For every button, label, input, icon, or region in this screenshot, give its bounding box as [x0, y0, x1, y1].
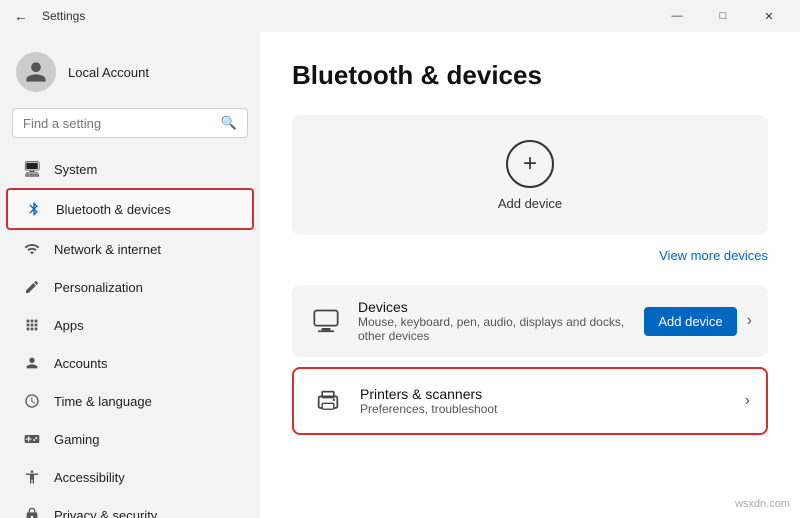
add-device-circle-icon: +: [506, 140, 554, 188]
sidebar-item-label-accounts: Accounts: [54, 356, 107, 371]
add-device-label: Add device: [498, 196, 562, 211]
devices-chevron-icon: ›: [747, 312, 752, 330]
search-icon: 🔍: [221, 115, 237, 131]
devices-icon: [308, 303, 344, 339]
devices-actions: Add device ›: [644, 307, 752, 336]
sidebar-item-network[interactable]: Network & internet: [6, 230, 254, 268]
sidebar-item-label-gaming: Gaming: [54, 432, 100, 447]
sidebar-item-label-apps: Apps: [54, 318, 84, 333]
add-device-card[interactable]: + Add device: [292, 115, 768, 235]
sidebar-item-personalization[interactable]: Personalization: [6, 268, 254, 306]
apps-nav-icon: [22, 315, 42, 335]
sidebar-item-label-time: Time & language: [54, 394, 152, 409]
content-area: Bluetooth & devices + Add device View mo…: [260, 32, 800, 518]
titlebar-left: ← Settings: [8, 8, 85, 24]
gaming-nav-icon: [22, 429, 42, 449]
titlebar-controls: — □ ✕: [654, 0, 792, 32]
minimize-button[interactable]: —: [654, 0, 700, 32]
privacy-nav-icon: [22, 505, 42, 518]
maximize-button[interactable]: □: [700, 0, 746, 32]
network-nav-icon: [22, 239, 42, 259]
sidebar-item-accessibility[interactable]: Accessibility: [6, 458, 254, 496]
printers-row[interactable]: Printers & scanners Preferences, trouble…: [292, 367, 768, 435]
view-more-section: View more devices: [292, 247, 768, 265]
sidebar: Local Account 🔍 🖥 System Bluetooth & devic…: [0, 32, 260, 518]
back-button[interactable]: ←: [8, 8, 34, 24]
sidebar-item-time[interactable]: Time & language: [6, 382, 254, 420]
personalization-nav-icon: [22, 277, 42, 297]
sidebar-item-system[interactable]: 🖥 System: [6, 150, 254, 188]
bluetooth-nav-icon: [24, 199, 44, 219]
sidebar-item-label-personalization: Personalization: [54, 280, 143, 295]
sidebar-item-label-network: Network & internet: [54, 242, 161, 257]
titlebar: ← Settings — □ ✕: [0, 0, 800, 32]
printers-subtitle: Preferences, troubleshoot: [360, 402, 731, 416]
search-input[interactable]: [23, 116, 213, 131]
sidebar-item-gaming[interactable]: Gaming: [6, 420, 254, 458]
devices-info: Devices Mouse, keyboard, pen, audio, dis…: [358, 299, 630, 343]
system-nav-icon: 🖥: [22, 159, 42, 179]
accounts-nav-icon: [22, 353, 42, 373]
sidebar-item-apps[interactable]: Apps: [6, 306, 254, 344]
view-more-link[interactable]: View more devices: [659, 248, 768, 263]
printers-title: Printers & scanners: [360, 386, 731, 402]
person-icon: [24, 60, 48, 84]
devices-row[interactable]: Devices Mouse, keyboard, pen, audio, dis…: [292, 285, 768, 357]
sidebar-item-accounts[interactable]: Accounts: [6, 344, 254, 382]
time-nav-icon: [22, 391, 42, 411]
accessibility-nav-icon: [22, 467, 42, 487]
printers-actions: ›: [745, 392, 750, 410]
user-name: Local Account: [68, 65, 149, 80]
sidebar-item-privacy[interactable]: Privacy & security: [6, 496, 254, 518]
printers-chevron-icon: ›: [745, 392, 750, 410]
printer-icon: [310, 383, 346, 419]
page-title: Bluetooth & devices: [292, 60, 768, 91]
main-window: Local Account 🔍 🖥 System Bluetooth & devic…: [0, 32, 800, 518]
sidebar-item-label-accessibility: Accessibility: [54, 470, 125, 485]
watermark: wsxdn.com: [735, 498, 790, 510]
sidebar-item-bluetooth[interactable]: Bluetooth & devices: [6, 188, 254, 230]
sidebar-item-label-system: System: [54, 162, 97, 177]
sidebar-item-label-privacy: Privacy & security: [54, 508, 157, 518]
printers-info: Printers & scanners Preferences, trouble…: [360, 386, 731, 416]
devices-title: Devices: [358, 299, 630, 315]
titlebar-title: Settings: [42, 9, 85, 23]
sidebar-item-label-bluetooth: Bluetooth & devices: [56, 202, 171, 217]
search-box[interactable]: 🔍: [12, 108, 248, 138]
close-button[interactable]: ✕: [746, 0, 792, 32]
devices-add-button[interactable]: Add device: [644, 307, 736, 336]
nav-list: 🖥 System Bluetooth & devices Network & inte…: [0, 150, 260, 518]
devices-subtitle: Mouse, keyboard, pen, audio, displays an…: [358, 315, 630, 343]
avatar: [16, 52, 56, 92]
user-section: Local Account: [0, 40, 260, 108]
